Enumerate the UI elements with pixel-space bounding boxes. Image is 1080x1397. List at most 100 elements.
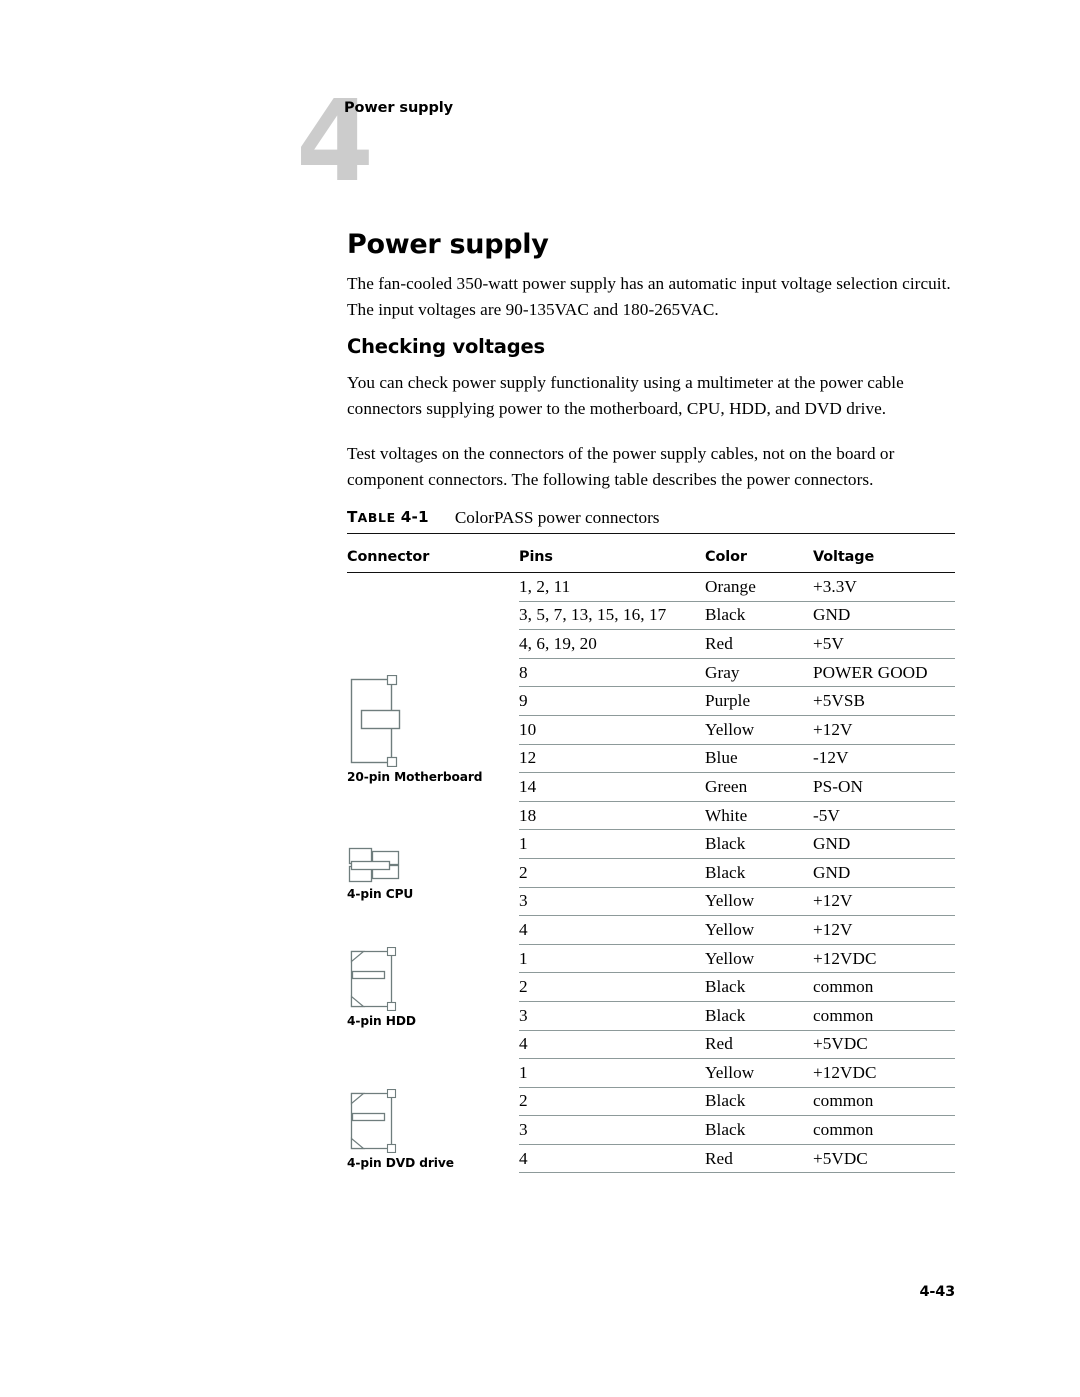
cell-voltage: +12V [813, 887, 955, 917]
cell-voltage: PS-ON [813, 772, 955, 802]
table-body: 20-pin Motherboard 1, 2, 11 Orange +3.3V 3, … [347, 572, 955, 1174]
cell-pins: 14 [519, 772, 705, 802]
cell-voltage: +12VDC [813, 944, 955, 974]
cell-pins: 4 [519, 1030, 705, 1060]
cell-pins: 4 [519, 1144, 705, 1174]
table-row: 4-pin CPU 1 Black GND [347, 829, 955, 901]
cell-voltage: GND [813, 858, 955, 888]
table-label: TABLE 4-1 [347, 508, 429, 526]
cell-pins: 10 [519, 715, 705, 745]
cell-color: Yellow [705, 1058, 813, 1088]
section-heading-checking-voltages: Checking voltages [347, 335, 545, 358]
connector-figure: 4-pin DVD drive [347, 1089, 519, 1170]
table-header-row: Connector Pins Color Voltage [347, 533, 955, 573]
cell-voltage: common [813, 1001, 955, 1031]
cell-pins: 2 [519, 972, 705, 1002]
motherboard-connector-icon [350, 674, 401, 767]
cell-color: Black [705, 1087, 813, 1117]
cell-color: Red [705, 1030, 813, 1060]
table-label-number: 4-1 [400, 508, 429, 526]
table-row: 4-pin DVD drive 1 Yellow +12VDC [347, 1058, 955, 1170]
cell-voltage: +5VDC [813, 1030, 955, 1060]
cell-color: Black [705, 1001, 813, 1031]
cell-color: Yellow [705, 915, 813, 945]
cell-pins: 1 [519, 1058, 705, 1088]
hdd-connector-icon [350, 947, 397, 1012]
cell-color: Black [705, 972, 813, 1002]
column-header-color: Color [705, 533, 813, 573]
cell-voltage: POWER GOOD [813, 658, 955, 688]
connector-cell: 4-pin DVD drive [347, 1059, 519, 1173]
table-label-prefix: T [347, 508, 358, 526]
running-head: Power supply [344, 100, 453, 116]
cell-voltage: GND [813, 601, 955, 631]
column-header-connector: Connector [347, 533, 519, 573]
column-header-pins: Pins [519, 533, 705, 573]
connector-label: 4-pin HDD [347, 1014, 416, 1029]
connector-label: 20-pin Motherboard [347, 769, 483, 784]
connector-figure: 4-pin CPU [347, 846, 519, 901]
cpu-connector-icon [348, 847, 400, 882]
cell-pins: 3 [519, 887, 705, 917]
cell-color: Purple [705, 686, 813, 716]
table-row: 4-pin HDD 1 Yellow +12VDC [347, 944, 955, 1028]
connector-figure: 20-pin Motherboard [347, 674, 519, 784]
cell-color: White [705, 801, 813, 831]
power-connectors-table: Connector Pins Color Voltage 20-pin Moth… [347, 533, 955, 1174]
cell-voltage: common [813, 972, 955, 1002]
page-title: Power supply [347, 229, 549, 260]
cell-pins: 3, 5, 7, 13, 15, 16, 17 [519, 601, 705, 631]
cell-color: Yellow [705, 887, 813, 917]
cell-pins: 3 [519, 1001, 705, 1031]
cell-pins: 1 [519, 829, 705, 859]
connector-label: 4-pin DVD drive [347, 1156, 454, 1171]
cell-color: Orange [705, 572, 813, 602]
table-head: Connector Pins Color Voltage [347, 533, 955, 573]
cell-voltage: +5V [813, 629, 955, 659]
checking-voltages-paragraph-2: Test voltages on the connectors of the p… [347, 444, 895, 489]
dvd-connector-icon [350, 1089, 397, 1154]
cell-color: Red [705, 629, 813, 659]
cell-color: Red [705, 1144, 813, 1174]
connector-cell: 20-pin Motherboard [347, 573, 519, 830]
connector-cell: 4-pin CPU [347, 830, 519, 944]
intro-paragraph: The fan-cooled 350-watt power supply has… [347, 274, 951, 319]
cell-voltage: -12V [813, 744, 955, 774]
cell-voltage: common [813, 1115, 955, 1145]
cell-color: Black [705, 601, 813, 631]
connector-figure: 4-pin HDD [347, 947, 519, 1028]
cell-color: Green [705, 772, 813, 802]
cell-color: Yellow [705, 715, 813, 745]
page-number: 4-43 [919, 1284, 956, 1300]
table-title: ColorPASS power connectors [454, 508, 660, 527]
cell-voltage: +12VDC [813, 1058, 955, 1088]
cell-voltage: common [813, 1087, 955, 1117]
cell-color: Black [705, 858, 813, 888]
cell-pins: 4 [519, 915, 705, 945]
cell-pins: 3 [519, 1115, 705, 1145]
cell-voltage: +5VDC [813, 1144, 955, 1174]
connector-cell: 4-pin HDD [347, 944, 519, 1058]
connector-label: 4-pin CPU [347, 886, 414, 901]
cell-voltage: +12V [813, 715, 955, 745]
cell-color: Black [705, 1115, 813, 1145]
cell-color: Gray [705, 658, 813, 688]
cell-voltage: GND [813, 829, 955, 859]
cell-color: Blue [705, 744, 813, 774]
cell-pins: 18 [519, 801, 705, 831]
chapter-mark: 4 Power supply [296, 86, 596, 206]
cell-voltage: +12V [813, 915, 955, 945]
column-header-voltage: Voltage [813, 533, 955, 573]
table-row: 20-pin Motherboard 1, 2, 11 Orange +3.3V [347, 572, 955, 784]
cell-voltage: -5V [813, 801, 955, 831]
table-caption: TABLE 4-1 ColorPASS power connectors [347, 508, 955, 528]
cell-color: Yellow [705, 944, 813, 974]
cell-color: Black [705, 829, 813, 859]
cell-pins: 4, 6, 19, 20 [519, 629, 705, 659]
cell-pins: 2 [519, 858, 705, 888]
cell-voltage: +3.3V [813, 572, 955, 602]
table-label-rest: ABLE [357, 510, 396, 525]
cell-pins: 9 [519, 686, 705, 716]
cell-pins: 1, 2, 11 [519, 572, 705, 602]
cell-pins: 12 [519, 744, 705, 774]
